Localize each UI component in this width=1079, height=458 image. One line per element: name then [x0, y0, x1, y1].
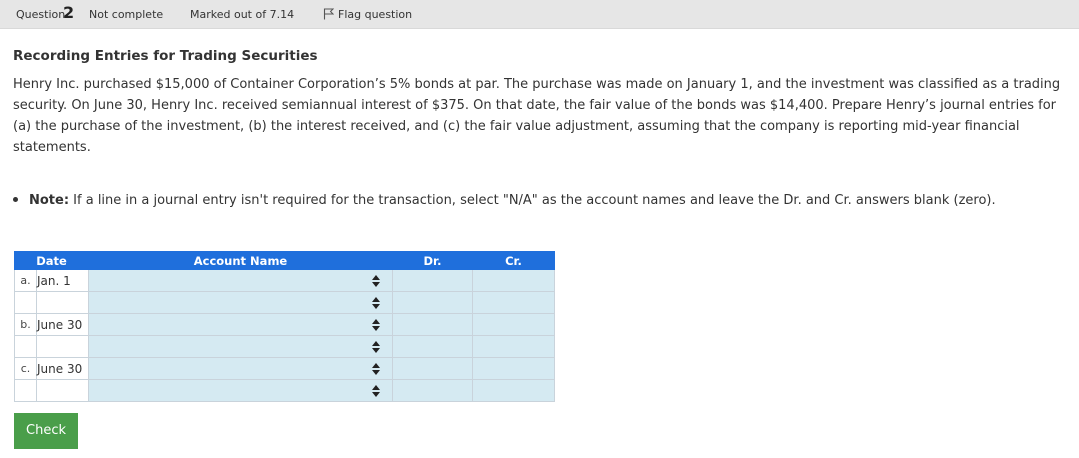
account-name-select[interactable]: [88, 313, 393, 336]
debit-input[interactable]: [392, 379, 473, 402]
entry-letter: [14, 379, 37, 402]
account-name-select[interactable]: [88, 335, 393, 358]
updown-arrows-icon: [372, 385, 380, 397]
entry-letter: [14, 291, 37, 314]
flag-question-link[interactable]: Flag question: [323, 8, 412, 21]
note: Note: If a line in a journal entry isn't…: [13, 193, 996, 208]
debit-input[interactable]: [392, 269, 473, 292]
table-row: a. Jan. 1: [14, 269, 555, 292]
credit-input[interactable]: [472, 357, 555, 380]
table-row: [14, 291, 555, 314]
account-name-select[interactable]: [88, 291, 393, 314]
table-row: [14, 335, 555, 358]
entry-date: [36, 291, 89, 314]
updown-arrows-icon: [372, 363, 380, 375]
debit-input[interactable]: [392, 357, 473, 380]
entry-letter: c.: [14, 357, 37, 380]
question-title: Recording Entries for Trading Securities: [13, 48, 318, 64]
question-info-bar: Question 2 Not complete Marked out of 7.…: [0, 0, 1079, 29]
table-row: c. June 30: [14, 357, 555, 380]
debit-input[interactable]: [392, 313, 473, 336]
account-name-select[interactable]: [88, 379, 393, 402]
account-name-select[interactable]: [88, 357, 393, 380]
question-marks: Marked out of 7.14: [190, 8, 295, 21]
updown-arrows-icon: [372, 341, 380, 353]
table-header-row: Date Account Name Dr. Cr.: [14, 251, 555, 270]
credit-input[interactable]: [472, 379, 555, 402]
account-name-header: Account Name: [88, 251, 393, 270]
entry-letter: b.: [14, 313, 37, 336]
note-label: Note:: [29, 193, 70, 208]
question-number: 2: [63, 3, 75, 22]
credit-input[interactable]: [472, 291, 555, 314]
entry-date: June 30: [36, 357, 89, 380]
question-text: Henry Inc. purchased $15,000 of Containe…: [13, 77, 1061, 155]
account-name-select[interactable]: [88, 269, 393, 292]
debit-input[interactable]: [392, 335, 473, 358]
debit-input[interactable]: [392, 291, 473, 314]
updown-arrows-icon: [372, 319, 380, 331]
flag-question-label: Flag question: [338, 8, 413, 21]
question-status: Not complete: [89, 8, 164, 21]
credit-input[interactable]: [472, 335, 555, 358]
note-text: If a line in a journal entry isn't requi…: [69, 193, 996, 208]
entry-letter: [14, 335, 37, 358]
updown-arrows-icon: [372, 275, 380, 287]
check-button[interactable]: Check: [14, 413, 78, 449]
question-label: Question: [16, 8, 66, 21]
entry-date: Jan. 1: [36, 269, 89, 292]
bullet-icon: [13, 197, 18, 202]
debit-header: Dr.: [392, 251, 473, 270]
flag-icon: [323, 8, 334, 20]
journal-entry-table: Date Account Name Dr. Cr. a. Jan. 1 b. June…: [14, 251, 555, 402]
table-row: b. June 30: [14, 313, 555, 336]
credit-header: Cr.: [472, 251, 555, 270]
date-header: Date: [14, 251, 89, 270]
entry-date: June 30: [36, 313, 89, 336]
entry-letter: a.: [14, 269, 37, 292]
updown-arrows-icon: [372, 297, 380, 309]
entry-date: [36, 335, 89, 358]
credit-input[interactable]: [472, 269, 555, 292]
table-row: [14, 379, 555, 402]
credit-input[interactable]: [472, 313, 555, 336]
entry-date: [36, 379, 89, 402]
